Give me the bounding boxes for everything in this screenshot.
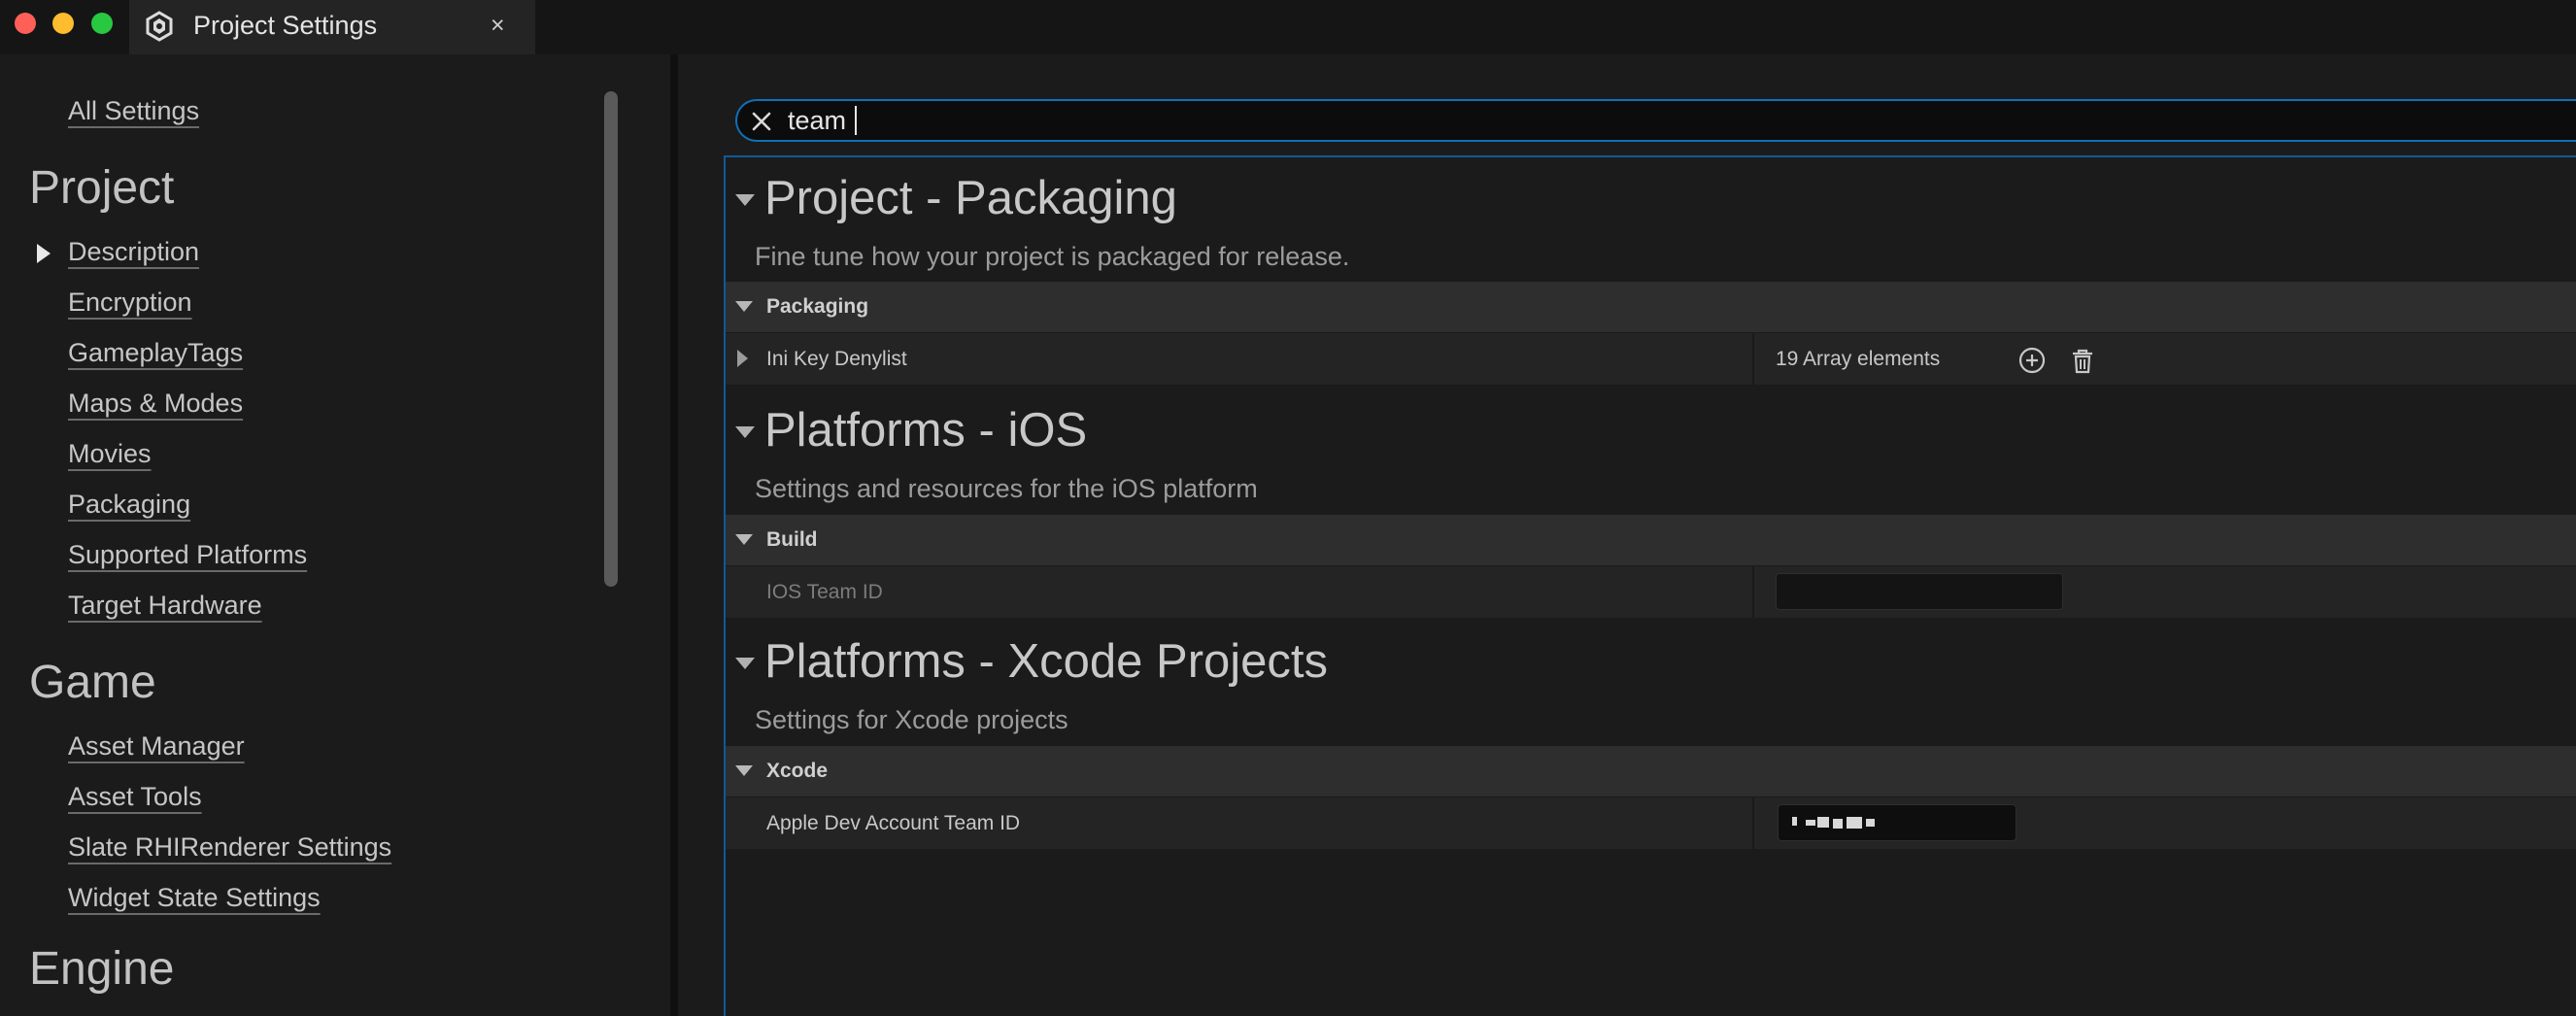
category-label: Xcode bbox=[766, 760, 829, 782]
search-results: Project - Packaging Fine tune how your p… bbox=[724, 155, 2576, 1016]
close-icon[interactable] bbox=[749, 109, 774, 134]
expand-arrow-icon[interactable] bbox=[37, 244, 51, 263]
collapse-arrow-icon[interactable] bbox=[735, 301, 753, 312]
settings-sidebar: All Settings Project Description Encrypt… bbox=[0, 54, 670, 1016]
category-build[interactable]: Build bbox=[726, 515, 2576, 565]
splitter[interactable] bbox=[670, 54, 678, 1016]
nav-item-gameplaytags[interactable]: GameplayTags bbox=[68, 333, 243, 372]
collapse-arrow-icon[interactable] bbox=[735, 534, 753, 545]
collapse-arrow-icon[interactable] bbox=[735, 765, 753, 776]
window-maximize-button[interactable] bbox=[91, 13, 113, 34]
tab-project-settings[interactable]: Project Settings × bbox=[129, 0, 535, 54]
collapse-arrow-icon[interactable] bbox=[735, 426, 755, 438]
collapse-arrow-icon[interactable] bbox=[735, 194, 755, 206]
heading-project: Project bbox=[29, 162, 175, 214]
tab-close-button[interactable]: × bbox=[491, 0, 505, 51]
search-input[interactable] bbox=[788, 101, 1371, 140]
nav-item-encryption[interactable]: Encryption bbox=[68, 283, 192, 322]
expand-arrow-icon[interactable] bbox=[737, 350, 748, 367]
nav-item-asset-tools[interactable]: Asset Tools bbox=[68, 777, 202, 816]
text-caret bbox=[855, 106, 857, 135]
ios-team-id-field[interactable] bbox=[1776, 573, 2063, 610]
section-title-platforms-ios: Platforms - iOS bbox=[764, 404, 1088, 457]
tab-title: Project Settings bbox=[193, 11, 378, 40]
sidebar-scrollbar[interactable] bbox=[604, 91, 618, 587]
window-close-button[interactable] bbox=[15, 13, 36, 34]
property-label: Apple Dev Account Team ID bbox=[766, 812, 1021, 834]
nav-item-asset-manager[interactable]: Asset Manager bbox=[68, 727, 245, 765]
property-row-ios-team-id: IOS Team ID bbox=[726, 565, 2576, 618]
nav-item-target-hardware[interactable]: Target Hardware bbox=[68, 586, 262, 625]
nav-item-description[interactable]: Description bbox=[68, 232, 199, 271]
category-label: Packaging bbox=[766, 295, 869, 318]
nav-item-packaging[interactable]: Packaging bbox=[68, 485, 190, 524]
heading-game: Game bbox=[29, 657, 156, 708]
section-title-project-packaging: Project - Packaging bbox=[764, 172, 1177, 224]
nav-item-slate-rhirenderer-settings[interactable]: Slate RHIRenderer Settings bbox=[68, 828, 391, 866]
apple-team-id-field[interactable] bbox=[1778, 804, 2017, 841]
section-description: Settings and resources for the iOS platf… bbox=[755, 474, 1258, 503]
add-circle-icon[interactable] bbox=[2017, 346, 2047, 375]
nav-item-movies[interactable]: Movies bbox=[68, 434, 152, 473]
all-settings-link[interactable]: All Settings bbox=[68, 91, 199, 130]
nav-item-supported-platforms[interactable]: Supported Platforms bbox=[68, 535, 307, 574]
nav-item-maps-modes[interactable]: Maps & Modes bbox=[68, 384, 243, 423]
property-label: IOS Team ID bbox=[766, 581, 883, 603]
section-description: Settings for Xcode projects bbox=[755, 705, 1068, 734]
column-splitter[interactable] bbox=[1752, 333, 1754, 385]
nav-item-widget-state-settings[interactable]: Widget State Settings bbox=[68, 878, 321, 917]
collapse-arrow-icon[interactable] bbox=[735, 658, 755, 669]
property-row-apple-dev-account-team-id: Apple Dev Account Team ID bbox=[726, 796, 2576, 849]
array-count: 19 Array elements bbox=[1776, 348, 1941, 370]
category-xcode[interactable]: Xcode bbox=[726, 746, 2576, 796]
section-title-platforms-xcode: Platforms - Xcode Projects bbox=[764, 635, 1329, 688]
section-description: Fine tune how your project is packaged f… bbox=[755, 242, 1350, 271]
column-splitter[interactable] bbox=[1752, 797, 1754, 849]
category-label: Build bbox=[766, 528, 818, 551]
title-bar: Project Settings × bbox=[0, 0, 2576, 54]
trash-icon[interactable] bbox=[2068, 346, 2097, 375]
search-box[interactable] bbox=[735, 99, 2576, 142]
heading-engine: Engine bbox=[29, 943, 175, 995]
unreal-settings-icon bbox=[146, 11, 173, 42]
property-row-ini-key-denylist: Ini Key Denylist 19 Array elements bbox=[726, 332, 2576, 385]
property-label: Ini Key Denylist bbox=[766, 348, 907, 370]
category-packaging[interactable]: Packaging bbox=[726, 282, 2576, 332]
window-minimize-button[interactable] bbox=[52, 13, 74, 34]
column-splitter[interactable] bbox=[1752, 566, 1754, 618]
